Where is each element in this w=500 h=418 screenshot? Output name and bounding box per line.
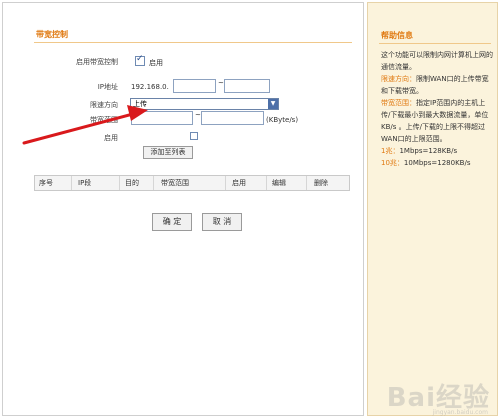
help-range: 带宽范围：指定IP范围内的主机上传/下载最小到最大数据流量，单位KB/s 。上传…	[381, 97, 493, 145]
help-divider	[379, 43, 491, 44]
limit-direction-label: 限速方向	[90, 101, 118, 109]
ip-separator: ~	[218, 79, 224, 87]
col-header-delete: 删除	[314, 179, 328, 187]
col-header-ip-range: IP段	[78, 179, 92, 187]
cancel-button[interactable]: 取 消	[202, 213, 242, 231]
limit-direction-value: 上传	[133, 100, 147, 108]
col-header-index: 序号	[39, 179, 53, 187]
col-header-enabled: 启用	[232, 179, 246, 187]
chevron-down-icon[interactable]: ▼	[268, 99, 278, 109]
ip-prefix: 192.168.0.	[131, 83, 169, 91]
ip-address-label: IP地址	[97, 83, 118, 91]
column-divider	[306, 176, 307, 190]
enable-bandwidth-text: 启用	[149, 59, 163, 67]
rule-enable-checkbox[interactable]	[190, 132, 198, 140]
ip-start-input[interactable]	[173, 79, 216, 93]
enable-bandwidth-checkbox[interactable]	[135, 54, 145, 66]
help-example-2-label: 10兆：	[381, 159, 404, 167]
add-to-list-button[interactable]: 添加至列表	[143, 146, 193, 159]
section-title: 带宽控制	[36, 30, 68, 39]
help-example-2-text: 10Mbps=1280KB/s	[403, 159, 471, 167]
help-example-1: 1兆：1Mbps=128KB/s	[381, 145, 493, 157]
bandwidth-range-label: 带宽范围	[90, 116, 118, 124]
help-title: 帮助信息	[381, 31, 413, 40]
rule-enable-label: 启用	[104, 134, 118, 142]
help-example-1-text: 1Mbps=128KB/s	[399, 147, 458, 155]
ok-button[interactable]: 确 定	[152, 213, 192, 231]
column-divider	[225, 176, 226, 190]
bandwidth-max-input[interactable]	[201, 111, 264, 125]
help-direction: 限速方向：限制WAN口的上传带宽和下载带宽。	[381, 73, 493, 97]
limit-direction-select[interactable]: 上传 ▼	[130, 98, 279, 110]
col-header-bandwidth-range: 带宽范围	[161, 179, 189, 187]
column-divider	[153, 176, 154, 190]
column-divider	[266, 176, 267, 190]
baidu-watermark-url: jingyan.baidu.com	[432, 409, 488, 416]
bandwidth-min-input[interactable]	[131, 111, 193, 125]
help-intro: 这个功能可以限制内网计算机上网的通信流量。	[381, 51, 493, 71]
rules-table-header: 序号 IP段 目的 带宽范围 启用 编辑 删除	[34, 175, 350, 191]
enable-bandwidth-label: 启用带宽控制	[76, 58, 118, 66]
help-body: 这个功能可以限制内网计算机上网的通信流量。 限速方向：限制WAN口的上传带宽和下…	[381, 49, 493, 169]
column-divider	[71, 176, 72, 190]
col-header-edit: 编辑	[272, 179, 286, 187]
help-range-label: 带宽范围：	[381, 99, 416, 107]
bandwidth-unit: (KByte/s)	[266, 116, 299, 124]
section-divider	[34, 42, 352, 43]
help-direction-label: 限速方向：	[381, 75, 416, 83]
help-example-1-label: 1兆：	[381, 147, 400, 155]
col-header-destination: 目的	[125, 179, 139, 187]
ip-end-input[interactable]	[224, 79, 270, 93]
column-divider	[119, 176, 120, 190]
bandwidth-separator: ~	[195, 111, 201, 119]
help-example-2: 10兆：10Mbps=1280KB/s	[381, 157, 493, 169]
